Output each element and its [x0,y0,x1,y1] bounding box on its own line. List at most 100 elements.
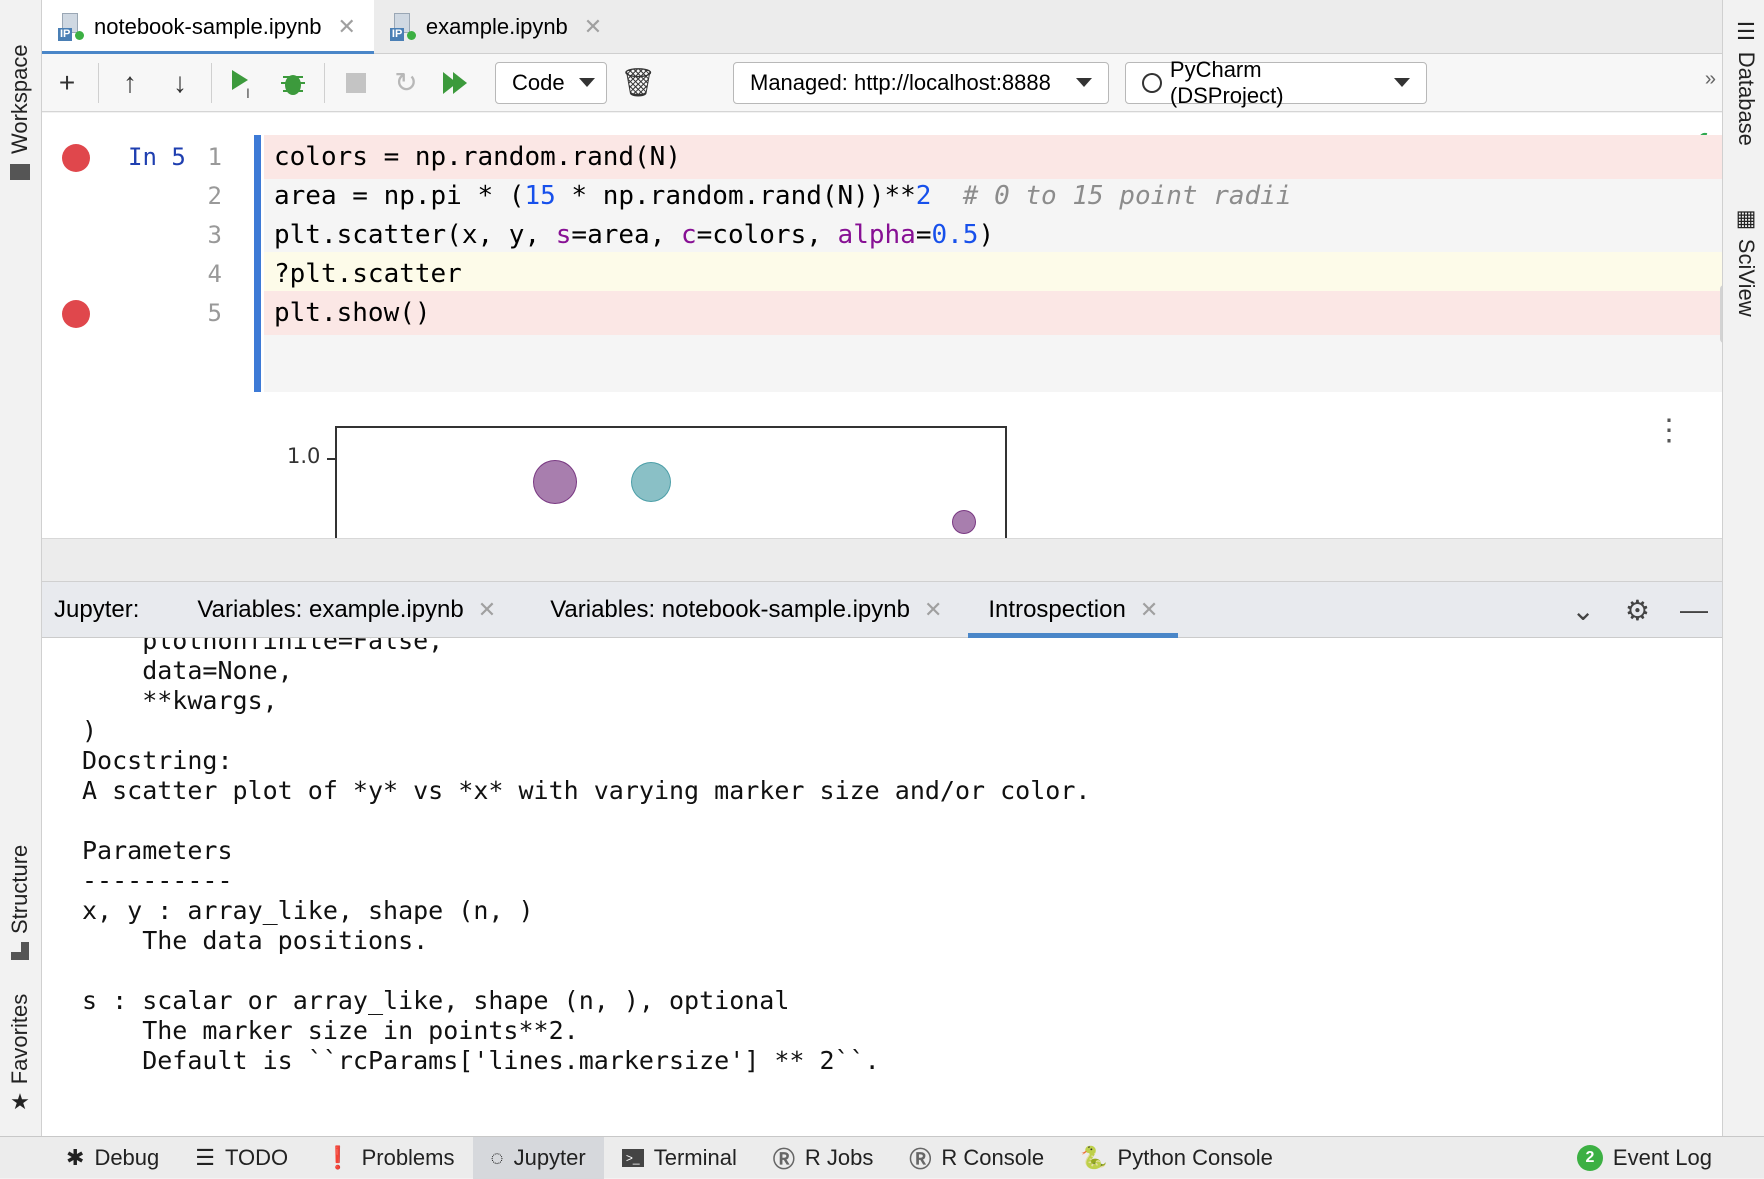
r-jobs-tool-button[interactable]: Ⓡ R Jobs [755,1137,892,1179]
doc-line: plotnonfinite=False, [82,638,444,655]
code-line[interactable]: area = np.pi * (15 * np.random.rand(N))*… [264,174,1722,218]
python-icon: 🐍 [1080,1144,1108,1170]
sciview-tool-tab[interactable]: ▦ SciView [1733,205,1759,316]
close-tab-icon[interactable]: ✕ [478,597,496,623]
breakpoint[interactable] [62,300,90,328]
bottom-tool-bar: ✱ Debug ☰ TODO ❗ Problems ◌ Jupyter >_ Termin… [0,1136,1764,1179]
editor-scrollbar[interactable] [1720,285,1722,343]
move-cell-up-button[interactable]: ↑ [105,58,155,108]
add-cell-button[interactable]: + [42,58,92,108]
favorites-tool-tab[interactable]: ★ Favorites [7,994,33,1114]
problems-tool-button[interactable]: ❗ Problems [306,1137,472,1179]
r-icon: Ⓡ [772,1146,795,1172]
cell-prompt: In 5 [128,143,186,171]
doc-line: Parameters [82,836,233,865]
tool-window-title: Jupyter: [54,595,140,623]
plus-icon: + [58,66,76,98]
cell-type-select[interactable]: Code [495,61,607,104]
database-tool-tab[interactable]: ☰ Database [1733,18,1759,146]
run-cell-button[interactable]: I [218,58,268,108]
debug-cell-button[interactable] [268,58,318,108]
doc-line: The data positions. [82,926,429,955]
line-number: 2 [207,182,222,210]
todo-tool-button[interactable]: ☰ TODO [177,1137,306,1179]
tab-variables-example[interactable]: Variables: example.ipynb ✕ [177,582,516,638]
notebook-file-icon: IP [389,13,416,41]
trash-icon: 🗑 [620,67,656,98]
kernel-status-icon [1142,72,1162,93]
jupyter-server-select[interactable]: Managed: http://localhost:8888 [733,61,1109,104]
code-line[interactable]: ?plt.scatter [264,252,1722,296]
chevron-down-icon [578,78,595,87]
workspace-tool-tab[interactable]: Workspace [7,44,33,182]
introspection-panel[interactable]: plotnonfinite=False, data=None, **kwargs… [42,638,1722,1136]
list-icon: ☰ [195,1144,216,1170]
structure-tool-tab[interactable]: Structure [7,845,33,960]
code-line[interactable]: plt.scatter(x, y, s=area, c=colors, alph… [264,213,1722,257]
event-log-tool-button[interactable]: 2 Event Log [1559,1137,1730,1179]
doc-line: A scatter plot of *y* vs *x* with varyin… [82,776,1091,805]
jupyter-tool-window-header: Jupyter: Variables: example.ipynb ✕ Vari… [42,582,1722,638]
tool-window-actions: ⌄ ⚙ — [1571,582,1708,638]
svg-text:I: I [246,85,250,100]
line-number: 3 [207,221,222,249]
scatter-point [631,462,671,502]
structure-icon [11,942,29,960]
toolbar-separator [98,62,99,103]
toolbar-separator [211,62,212,103]
panel-splitter[interactable] [42,538,1722,582]
jupyter-tool-button[interactable]: ◌ Jupyter [472,1136,604,1179]
right-tool-strip: ☰ Database ▦ SciView [1722,0,1764,1136]
scatter-plot-output [335,426,1007,538]
tab-introspection[interactable]: Introspection ✕ [968,582,1179,638]
bug-icon [281,74,305,95]
close-tab-icon[interactable]: ✕ [924,597,942,623]
close-tab-icon[interactable]: ✕ [1140,597,1158,623]
stop-icon [346,72,366,93]
kernel-select[interactable]: PyCharm (DSProject) [1125,57,1427,108]
chevron-down-icon[interactable]: ⌄ [1571,594,1594,627]
jupyter-icon: ◌ [490,1144,504,1170]
notebook-file-icon: IP [58,13,84,41]
doc-line: ) [82,716,98,745]
restart-kernel-button[interactable]: ↻ [381,58,431,108]
python-console-tool-button[interactable]: 🐍 Python Console [1062,1137,1291,1179]
tab-variables-notebook-sample[interactable]: Variables: notebook-sample.ipynb ✕ [530,582,962,638]
move-cell-down-button[interactable]: ↓ [155,58,205,108]
folder-icon [10,164,30,180]
run-all-icon [443,71,467,94]
doc-line: s : scalar or array_like, shape (n, ), o… [82,986,790,1015]
chevron-down-icon [1076,78,1092,87]
close-tab-icon[interactable]: ✕ [337,14,355,40]
minimize-icon[interactable]: — [1680,594,1708,626]
output-menu-icon[interactable]: ⋮ [1654,416,1684,446]
chevron-down-icon [1394,78,1410,87]
event-count-badge: 2 [1576,1144,1603,1171]
doc-line: Default is ``rcParams['lines.markersize'… [82,1046,880,1075]
more-actions-icon[interactable]: » [1705,68,1716,91]
database-icon: ☰ [1736,18,1756,44]
r-icon: Ⓡ [909,1146,932,1172]
r-console-tool-button[interactable]: Ⓡ R Console [891,1137,1062,1179]
scatter-point [533,460,577,504]
terminal-tool-button[interactable]: >_ Terminal [604,1137,755,1179]
code-line[interactable]: plt.show() [264,291,1722,335]
stop-kernel-button[interactable] [331,58,381,108]
y-tick-mark [327,458,335,460]
toolbar-separator [324,62,325,103]
y-tick-label: 1.0 [287,444,321,468]
breakpoint[interactable] [62,144,90,172]
editor-tab-example[interactable]: IP example.ipynb ✕ [374,0,620,54]
line-number: 5 [207,299,222,327]
arrow-up-icon: ↑ [123,66,137,98]
close-tab-icon[interactable]: ✕ [584,14,602,40]
delete-cell-button[interactable]: 🗑 [613,58,663,108]
notebook-editor: ✔ In 5 1 2 3 4 5 colors = np.random.rand… [42,113,1722,538]
editor-tab-bar: IP notebook-sample.ipynb ✕ IP example.ip… [42,0,1722,55]
warning-icon: ❗ [324,1144,352,1170]
debug-tool-button[interactable]: ✱ Debug [48,1137,177,1179]
editor-tab-notebook-sample[interactable]: IP notebook-sample.ipynb ✕ [42,0,374,55]
code-line[interactable]: colors = np.random.rand(N) [264,135,1722,179]
gear-icon[interactable]: ⚙ [1625,594,1650,627]
run-all-button[interactable] [431,58,481,108]
